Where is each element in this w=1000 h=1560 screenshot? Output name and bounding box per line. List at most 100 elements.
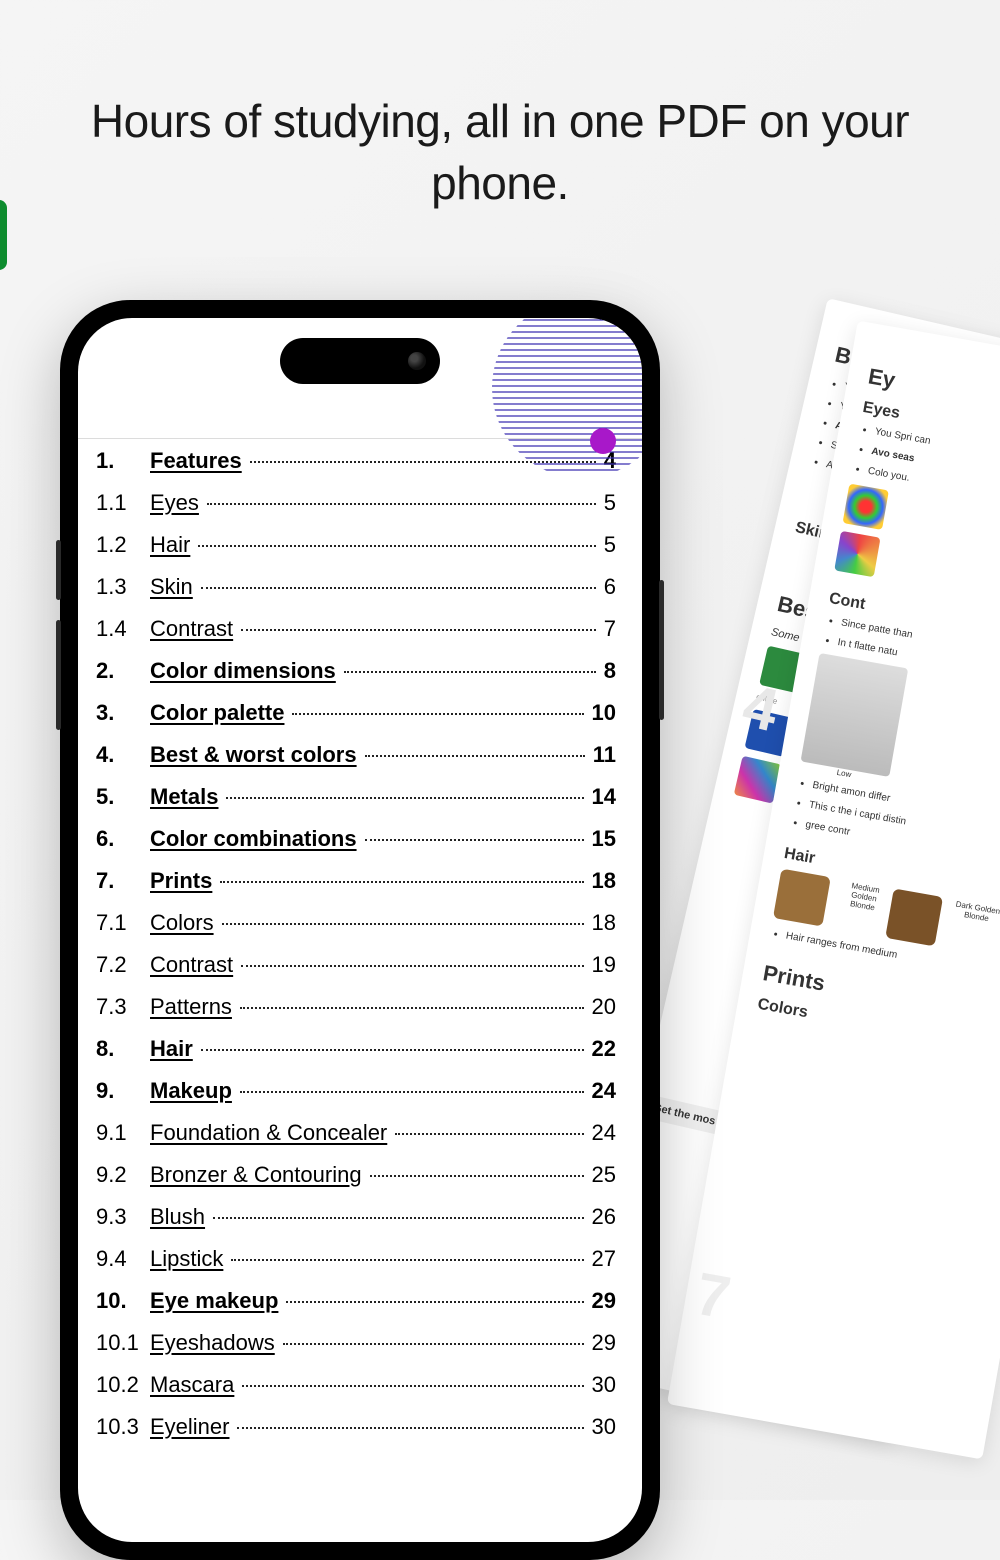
- toc-page-number: 7: [604, 612, 616, 645]
- toc-row[interactable]: 7.3Patterns20: [96, 985, 616, 1027]
- toc-leader-dots: [207, 503, 596, 505]
- toc-leader-dots: [222, 923, 584, 925]
- toc-leader-dots: [283, 1343, 584, 1345]
- toc-title: Contrast: [150, 612, 233, 645]
- toc-title: Hair: [150, 1032, 193, 1065]
- toc-number: 1.2: [96, 528, 142, 561]
- toc-title: Eyeshadows: [150, 1326, 275, 1359]
- toc-number: 1.: [96, 444, 142, 477]
- edge-tab: [0, 200, 7, 270]
- toc-title: Eyeliner: [150, 1410, 229, 1443]
- toc-number: 9.: [96, 1074, 142, 1107]
- toc-leader-dots: [242, 1385, 583, 1387]
- toc-page-number: 18: [592, 906, 616, 939]
- toc-page-number: 27: [592, 1242, 616, 1275]
- toc-row[interactable]: 1.4Contrast 7: [96, 607, 616, 649]
- toc-number: 9.2: [96, 1158, 142, 1191]
- toc-row[interactable]: 1.2Hair 5: [96, 523, 616, 565]
- toc-row[interactable]: 7.Prints18: [96, 859, 616, 901]
- table-of-contents: 1.Features41.1Eyes51.2Hair51.3Skin61.4Co…: [78, 438, 642, 1447]
- toc-row[interactable]: 10.3Eyeliner30: [96, 1405, 616, 1447]
- toc-number: 7.3: [96, 990, 142, 1023]
- toc-row[interactable]: 2.Color dimensions8: [96, 649, 616, 691]
- toc-number: 3.: [96, 696, 142, 729]
- toc-number: 5.: [96, 780, 142, 813]
- toc-title: Colors: [150, 906, 214, 939]
- toc-number: 2.: [96, 654, 142, 687]
- toc-row[interactable]: 9.Makeup 24: [96, 1069, 616, 1111]
- toc-leader-dots: [395, 1133, 583, 1135]
- toc-row[interactable]: 1.3Skin6: [96, 565, 616, 607]
- toc-number: 9.3: [96, 1200, 142, 1233]
- toc-row[interactable]: 9.4Lipstick27: [96, 1237, 616, 1279]
- toc-leader-dots: [240, 1091, 584, 1093]
- phone-screen: 1.Features41.1Eyes51.2Hair51.3Skin61.4Co…: [78, 318, 642, 1542]
- toc-number: 10.1: [96, 1326, 142, 1359]
- toc-page-number: 30: [592, 1368, 616, 1401]
- toc-title: Eyes: [150, 486, 199, 519]
- toc-page-number: 15: [592, 822, 616, 855]
- toc-leader-dots: [237, 1427, 583, 1429]
- toc-page-number: 24: [592, 1116, 616, 1149]
- toc-leader-dots: [241, 965, 583, 967]
- toc-number: 9.1: [96, 1116, 142, 1149]
- toc-row[interactable]: 7.2Contrast19: [96, 943, 616, 985]
- toc-title: Foundation & Concealer: [150, 1116, 387, 1149]
- toc-leader-dots: [344, 671, 596, 673]
- toc-row[interactable]: 10.1Eyeshadows 29: [96, 1321, 616, 1363]
- toc-number: 6.: [96, 822, 142, 855]
- toc-row[interactable]: 9.1Foundation & Concealer 24: [96, 1111, 616, 1153]
- toc-row[interactable]: 10.Eye makeup29: [96, 1279, 616, 1321]
- bg2-portrait: [801, 653, 909, 777]
- toc-leader-dots: [365, 839, 584, 841]
- toc-leader-dots: [226, 797, 583, 799]
- toc-number: 1.4: [96, 612, 142, 645]
- toc-page-number: 30: [592, 1410, 616, 1443]
- toc-row[interactable]: 7.1Colors18: [96, 901, 616, 943]
- toc-leader-dots: [231, 1259, 583, 1261]
- toc-leader-dots: [220, 881, 583, 883]
- dynamic-island: [280, 338, 440, 384]
- toc-title: Makeup: [150, 1074, 232, 1107]
- toc-page-number: 24: [592, 1074, 616, 1107]
- toc-row[interactable]: 9.2Bronzer & Contouring25: [96, 1153, 616, 1195]
- toc-row[interactable]: 1.1Eyes5: [96, 481, 616, 523]
- toc-page-number: 29: [592, 1326, 616, 1359]
- toc-page-number: 14: [592, 780, 616, 813]
- toc-number: 8.: [96, 1032, 142, 1065]
- toc-title: Mascara: [150, 1368, 234, 1401]
- toc-page-number: 22: [592, 1032, 616, 1065]
- phone-frame: 1.Features41.1Eyes51.2Hair51.3Skin61.4Co…: [60, 300, 660, 1560]
- toc-page-number: 5: [604, 528, 616, 561]
- toc-leader-dots: [240, 1007, 584, 1009]
- toc-title: Color combinations: [150, 822, 357, 855]
- toc-page-number: 26: [592, 1200, 616, 1233]
- toc-leader-dots: [201, 587, 596, 589]
- toc-page-number: 6: [604, 570, 616, 603]
- toc-row[interactable]: 3.Color palette10: [96, 691, 616, 733]
- toc-page-number: 11: [593, 738, 616, 771]
- toc-row[interactable]: 8.Hair 22: [96, 1027, 616, 1069]
- background-pages: Blush You n on yo You c more pinki Avoid…: [700, 320, 1000, 1520]
- toc-row[interactable]: 10.2Mascara 30: [96, 1363, 616, 1405]
- toc-title: Metals: [150, 780, 218, 813]
- toc-page-number: 25: [592, 1158, 616, 1191]
- toc-number: 7.: [96, 864, 142, 897]
- decorative-dot-icon: [590, 428, 616, 454]
- toc-number: 10.: [96, 1284, 142, 1317]
- toc-row[interactable]: 5.Metals 14: [96, 775, 616, 817]
- phone-side-button: [659, 580, 664, 720]
- toc-title: Contrast: [150, 948, 233, 981]
- toc-row[interactable]: 9.3Blush26: [96, 1195, 616, 1237]
- toc-row[interactable]: 4.Best & worst colors11: [96, 733, 616, 775]
- toc-row[interactable]: 6.Color combinations 15: [96, 817, 616, 859]
- toc-page-number: 19: [592, 948, 616, 981]
- toc-title: Hair: [150, 528, 190, 561]
- toc-number: 10.2: [96, 1368, 142, 1401]
- toc-leader-dots: [370, 1175, 584, 1177]
- toc-title: Eye makeup: [150, 1284, 278, 1317]
- toc-number: 1.3: [96, 570, 142, 603]
- toc-title: Features: [150, 444, 242, 477]
- decorative-lines-icon: [492, 318, 642, 478]
- toc-title: Prints: [150, 864, 212, 897]
